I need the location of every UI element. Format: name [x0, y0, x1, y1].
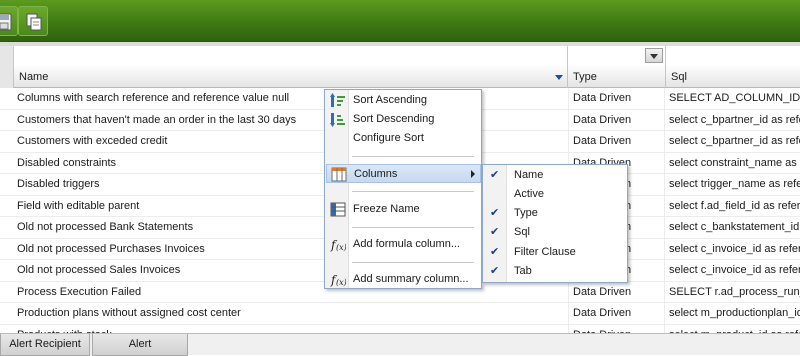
submenu-item-sql[interactable]: ✔ Sql	[484, 223, 626, 242]
submenu-item-active[interactable]: Active	[484, 185, 626, 204]
type-filter-select[interactable]	[568, 46, 666, 66]
tab-label: Alert	[128, 338, 152, 350]
submenu-item-label: Active	[514, 188, 544, 200]
menu-separator	[352, 227, 474, 228]
tab-label: Alert Recipient	[9, 338, 81, 350]
cell-type: Data Driven	[573, 135, 632, 147]
submenu-item-label: Name	[514, 169, 544, 181]
save-icon	[0, 13, 12, 31]
menu-item-label: Sort Descending	[353, 113, 435, 125]
column-header-label: Sql	[671, 71, 687, 83]
cell-name: Columns with search reference and refere…	[17, 92, 290, 104]
cell-name: Production plans without assigned cost c…	[17, 307, 241, 319]
cell-type: Data Driven	[573, 285, 632, 298]
cell-name: Products with stock...	[12, 325, 568, 334]
cell-sql: select m_productionplan_id a	[669, 307, 800, 319]
cell-type: Data Driven	[573, 307, 632, 319]
submenu-arrow-icon	[471, 170, 475, 178]
checkmark-icon: ✔	[490, 246, 500, 258]
menu-item-columns[interactable]: Columns	[326, 164, 481, 183]
menu-item-label: Configure Sort	[353, 132, 424, 144]
submenu-item-name[interactable]: ✔ Name	[484, 166, 626, 185]
column-context-menu: Sort Ascending Sort Descending Configure…	[324, 89, 482, 289]
cell-sql: select c_bankstatement_id a	[669, 221, 800, 233]
checkmark-icon: ✔	[490, 265, 500, 277]
table-row[interactable]: Products with stock... Data Driven selec…	[0, 325, 800, 334]
sort-descending-icon	[330, 113, 345, 127]
tab-bar: Alert Recipient Alert	[0, 333, 800, 356]
menu-item-label: Add formula column...	[353, 238, 460, 250]
submenu-item-filter-clause[interactable]: ✔ Filter Clause	[484, 243, 626, 262]
checkmark-icon: ✔	[490, 226, 500, 238]
svg-text:(x): (x)	[336, 278, 346, 287]
cell-sql: SELECT AD_COLUMN_ID A	[669, 92, 800, 104]
submenu-item-label: Sql	[514, 226, 530, 238]
cell-sql: select constraint_name as r	[669, 156, 800, 169]
menu-item-add-formula-column[interactable]: f (x) Add formula column...	[326, 235, 481, 254]
sort-ascending-icon	[330, 93, 345, 107]
menu-item-label: Freeze Name	[353, 203, 420, 215]
menu-separator	[352, 262, 474, 263]
checkmark-icon: ✔	[490, 169, 500, 181]
formula-icon: f (x)	[330, 273, 346, 287]
grid-header: Name Type Sql	[0, 66, 800, 88]
column-header-type[interactable]: Type	[568, 66, 666, 88]
cell-type: Data Driven	[573, 113, 632, 126]
cell-name: Customers that haven't made an order in …	[17, 113, 297, 126]
chevron-down-icon[interactable]	[645, 48, 663, 63]
save-button[interactable]	[0, 6, 18, 36]
submenu-item-tab[interactable]: ✔ Tab	[484, 262, 626, 281]
filter-row	[0, 46, 800, 66]
menu-item-label: Sort Ascending	[353, 94, 427, 106]
formula-icon: f (x)	[330, 238, 346, 252]
cell-sql: select c_bpartner_id as refe	[669, 135, 800, 147]
checkmark-icon: ✔	[490, 207, 500, 219]
copy-button[interactable]	[18, 6, 48, 36]
column-header-name[interactable]: Name	[14, 66, 568, 88]
menu-item-configure-sort[interactable]: Configure Sort	[326, 129, 481, 148]
submenu-item-label: Tab	[514, 265, 532, 277]
column-menu-chevron-icon[interactable]	[555, 75, 563, 80]
menu-item-label: Columns	[354, 168, 398, 180]
menu-item-add-summary-column[interactable]: f (x) Add summary column...	[326, 270, 481, 289]
columns-submenu: ✔ Name Active ✔ Type ✔ Sql ✔ Filter Clau…	[482, 164, 628, 283]
cell-name: Process Execution Failed	[17, 285, 142, 298]
menu-item-sort-descending[interactable]: Sort Descending	[326, 110, 481, 129]
menu-separator	[352, 191, 474, 192]
cell-sql: select c_bpartner_id as refe	[669, 113, 800, 126]
freeze-icon	[330, 202, 346, 217]
tab-alert-recipient[interactable]: Alert Recipient	[0, 334, 90, 356]
columns-icon	[331, 167, 347, 182]
cell-sql: select f.ad_field_id as refere	[669, 199, 800, 212]
menu-item-label: Add summary column...	[353, 273, 469, 285]
submenu-item-label: Type	[514, 207, 538, 219]
filter-row-stub	[0, 46, 14, 66]
tab-alert[interactable]: Alert	[92, 334, 188, 356]
cell-name: Customers with exceded credit	[17, 135, 168, 147]
table-row[interactable]: Production plans without assigned cost c…	[0, 303, 800, 325]
cell-type: Data Driven	[573, 92, 632, 104]
column-header-sql[interactable]: Sql	[666, 66, 800, 88]
menu-item-freeze-name[interactable]: Freeze Name	[326, 200, 481, 219]
cell-type: Data Driven	[568, 325, 664, 334]
header-stub	[0, 66, 14, 88]
column-header-label: Type	[573, 71, 597, 83]
cell-sql: select m_product_id as refer	[664, 325, 800, 334]
sql-filter-input[interactable]	[666, 46, 800, 66]
cell-sql: select c_invoice_id as refere	[669, 264, 800, 276]
name-filter-input[interactable]	[14, 46, 568, 66]
toolbar	[0, 0, 800, 42]
column-header-label: Name	[19, 71, 49, 83]
copy-icon	[26, 13, 42, 31]
svg-text:(x): (x)	[336, 243, 346, 252]
cell-sql: select trigger_name as refer	[669, 178, 800, 190]
menu-item-sort-ascending[interactable]: Sort Ascending	[326, 91, 481, 110]
submenu-item-type[interactable]: ✔ Type	[484, 204, 626, 223]
menu-separator	[352, 156, 474, 157]
cell-sql: SELECT r.ad_process_run_	[669, 285, 800, 298]
cell-sql: select c_invoice_id as refere	[669, 242, 800, 255]
submenu-item-label: Filter Clause	[514, 246, 576, 258]
